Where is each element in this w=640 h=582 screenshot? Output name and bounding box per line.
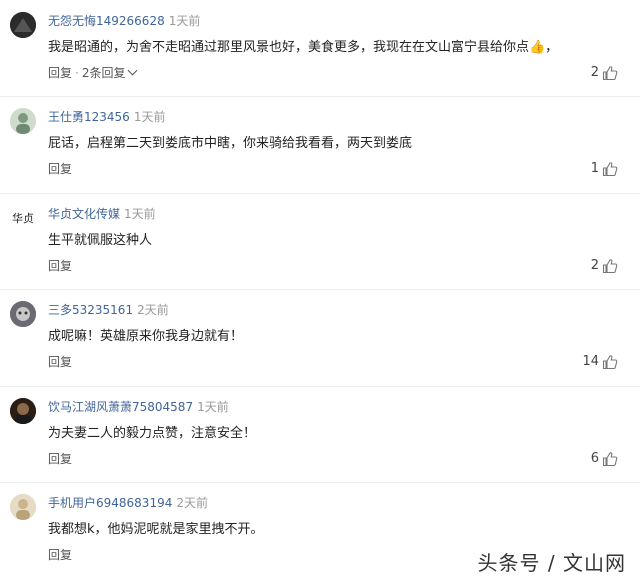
replies-count-label: 2条回复 <box>81 66 126 80</box>
view-replies-button[interactable]: 2条回复 <box>81 65 138 80</box>
avatar[interactable] <box>10 108 36 134</box>
avatar[interactable] <box>10 301 36 327</box>
reply-button[interactable]: 回复 <box>48 66 72 80</box>
comment-actions: 回复 · 2条回复 <box>48 64 138 82</box>
like-button[interactable]: 1 <box>591 160 618 178</box>
comment-item: 王仕勇123456 1天前 屁话，启程第二天到娄底市中瞎，你来骑给我看看，两天到娄… <box>0 96 640 194</box>
reply-button[interactable]: 回复 <box>48 259 72 273</box>
avatar[interactable] <box>10 12 36 38</box>
like-count: 1 <box>590 161 599 176</box>
timestamp: 1天前 <box>124 207 156 221</box>
comment-text: 我都想k，他妈泥呢就是家里拽不开。 <box>48 522 264 537</box>
comment-actions: 回复 <box>48 257 72 275</box>
comment-meta: 手机用户6948683194 2天前 <box>48 494 208 512</box>
comment-text: 成呢嘛！英雄原来你我身边就有！ <box>48 329 244 344</box>
like-button[interactable]: 14 <box>582 353 618 371</box>
timestamp: 2天前 <box>137 303 169 317</box>
like-button[interactable]: 6 <box>591 450 618 468</box>
comment-meta: 无怨无悔149266628 1天前 <box>48 12 200 30</box>
separator: · <box>75 66 79 80</box>
thumbs-up-icon <box>602 162 618 177</box>
username[interactable]: 饮马江湖风萧萧75804587 <box>48 400 193 414</box>
timestamp: 1天前 <box>133 110 166 124</box>
comment-actions: 回复 <box>48 160 72 178</box>
like-count: 6 <box>590 451 599 466</box>
username[interactable]: 三多53235161 <box>48 303 133 317</box>
thumbs-up-icon <box>602 66 618 81</box>
like-count: 2 <box>590 258 599 273</box>
avatar[interactable] <box>10 398 36 424</box>
avatar-logo-text: 华贞 <box>12 212 34 225</box>
timestamp: 1天前 <box>197 400 229 414</box>
comment-meta: 华贞文化传媒 1天前 <box>48 205 156 223</box>
comment-meta: 饮马江湖风萧萧75804587 1天前 <box>48 398 229 416</box>
avatar[interactable]: 华贞 <box>10 205 36 231</box>
comment-text: 为夫妻二人的毅力点赞，注意安全！ <box>48 426 257 441</box>
watermark: 头条号 / 文山网 <box>477 551 626 575</box>
username[interactable]: 华贞文化传媒 <box>48 207 120 221</box>
reply-button[interactable]: 回复 <box>48 452 72 466</box>
comment-item: 三多53235161 2天前 成呢嘛！英雄原来你我身边就有！ 回复 14 <box>0 289 640 387</box>
timestamp: 2天前 <box>176 496 208 510</box>
comment-text: 生平就佩服这种人 <box>48 233 153 248</box>
thumbs-up-icon <box>602 452 618 467</box>
like-button[interactable]: 2 <box>591 64 618 82</box>
username[interactable]: 王仕勇123456 <box>48 110 130 124</box>
comment-meta: 三多53235161 2天前 <box>48 301 169 319</box>
like-button[interactable]: 2 <box>591 257 618 275</box>
avatar[interactable] <box>10 494 36 520</box>
comment-item: 华贞 华贞文化传媒 1天前 生平就佩服这种人 回复 2 <box>0 193 640 290</box>
thumbs-up-icon <box>602 355 618 370</box>
comment-meta: 王仕勇123456 1天前 <box>48 108 165 126</box>
chevron-down-icon <box>128 65 138 76</box>
comment-actions: 回复 <box>48 353 72 371</box>
username[interactable]: 手机用户6948683194 <box>48 496 172 510</box>
reply-button[interactable]: 回复 <box>48 162 72 176</box>
username[interactable]: 无怨无悔149266628 <box>48 14 165 28</box>
comment-item: 饮马江湖风萧萧75804587 1天前 为夫妻二人的毅力点赞，注意安全！ 回复 6 <box>0 386 640 483</box>
like-count: 14 <box>582 354 599 369</box>
timestamp: 1天前 <box>168 14 201 28</box>
comment-actions: 回复 <box>48 546 72 564</box>
like-count: 2 <box>590 65 599 80</box>
reply-button[interactable]: 回复 <box>48 355 72 369</box>
comment-text: 我是昭通的，为舍不走昭通过那里风景也好，美食更多，我现在在文山富宁县给你点👍， <box>48 40 559 55</box>
comment-text: 屁话，启程第二天到娄底市中瞎，你来骑给我看看，两天到娄底 <box>48 136 413 151</box>
comment-item: 无怨无悔149266628 1天前 我是昭通的，为舍不走昭通过那里风景也好，美食更… <box>0 0 640 97</box>
comment-actions: 回复 <box>48 450 72 468</box>
thumbs-up-icon <box>602 259 618 274</box>
reply-button[interactable]: 回复 <box>48 548 72 562</box>
